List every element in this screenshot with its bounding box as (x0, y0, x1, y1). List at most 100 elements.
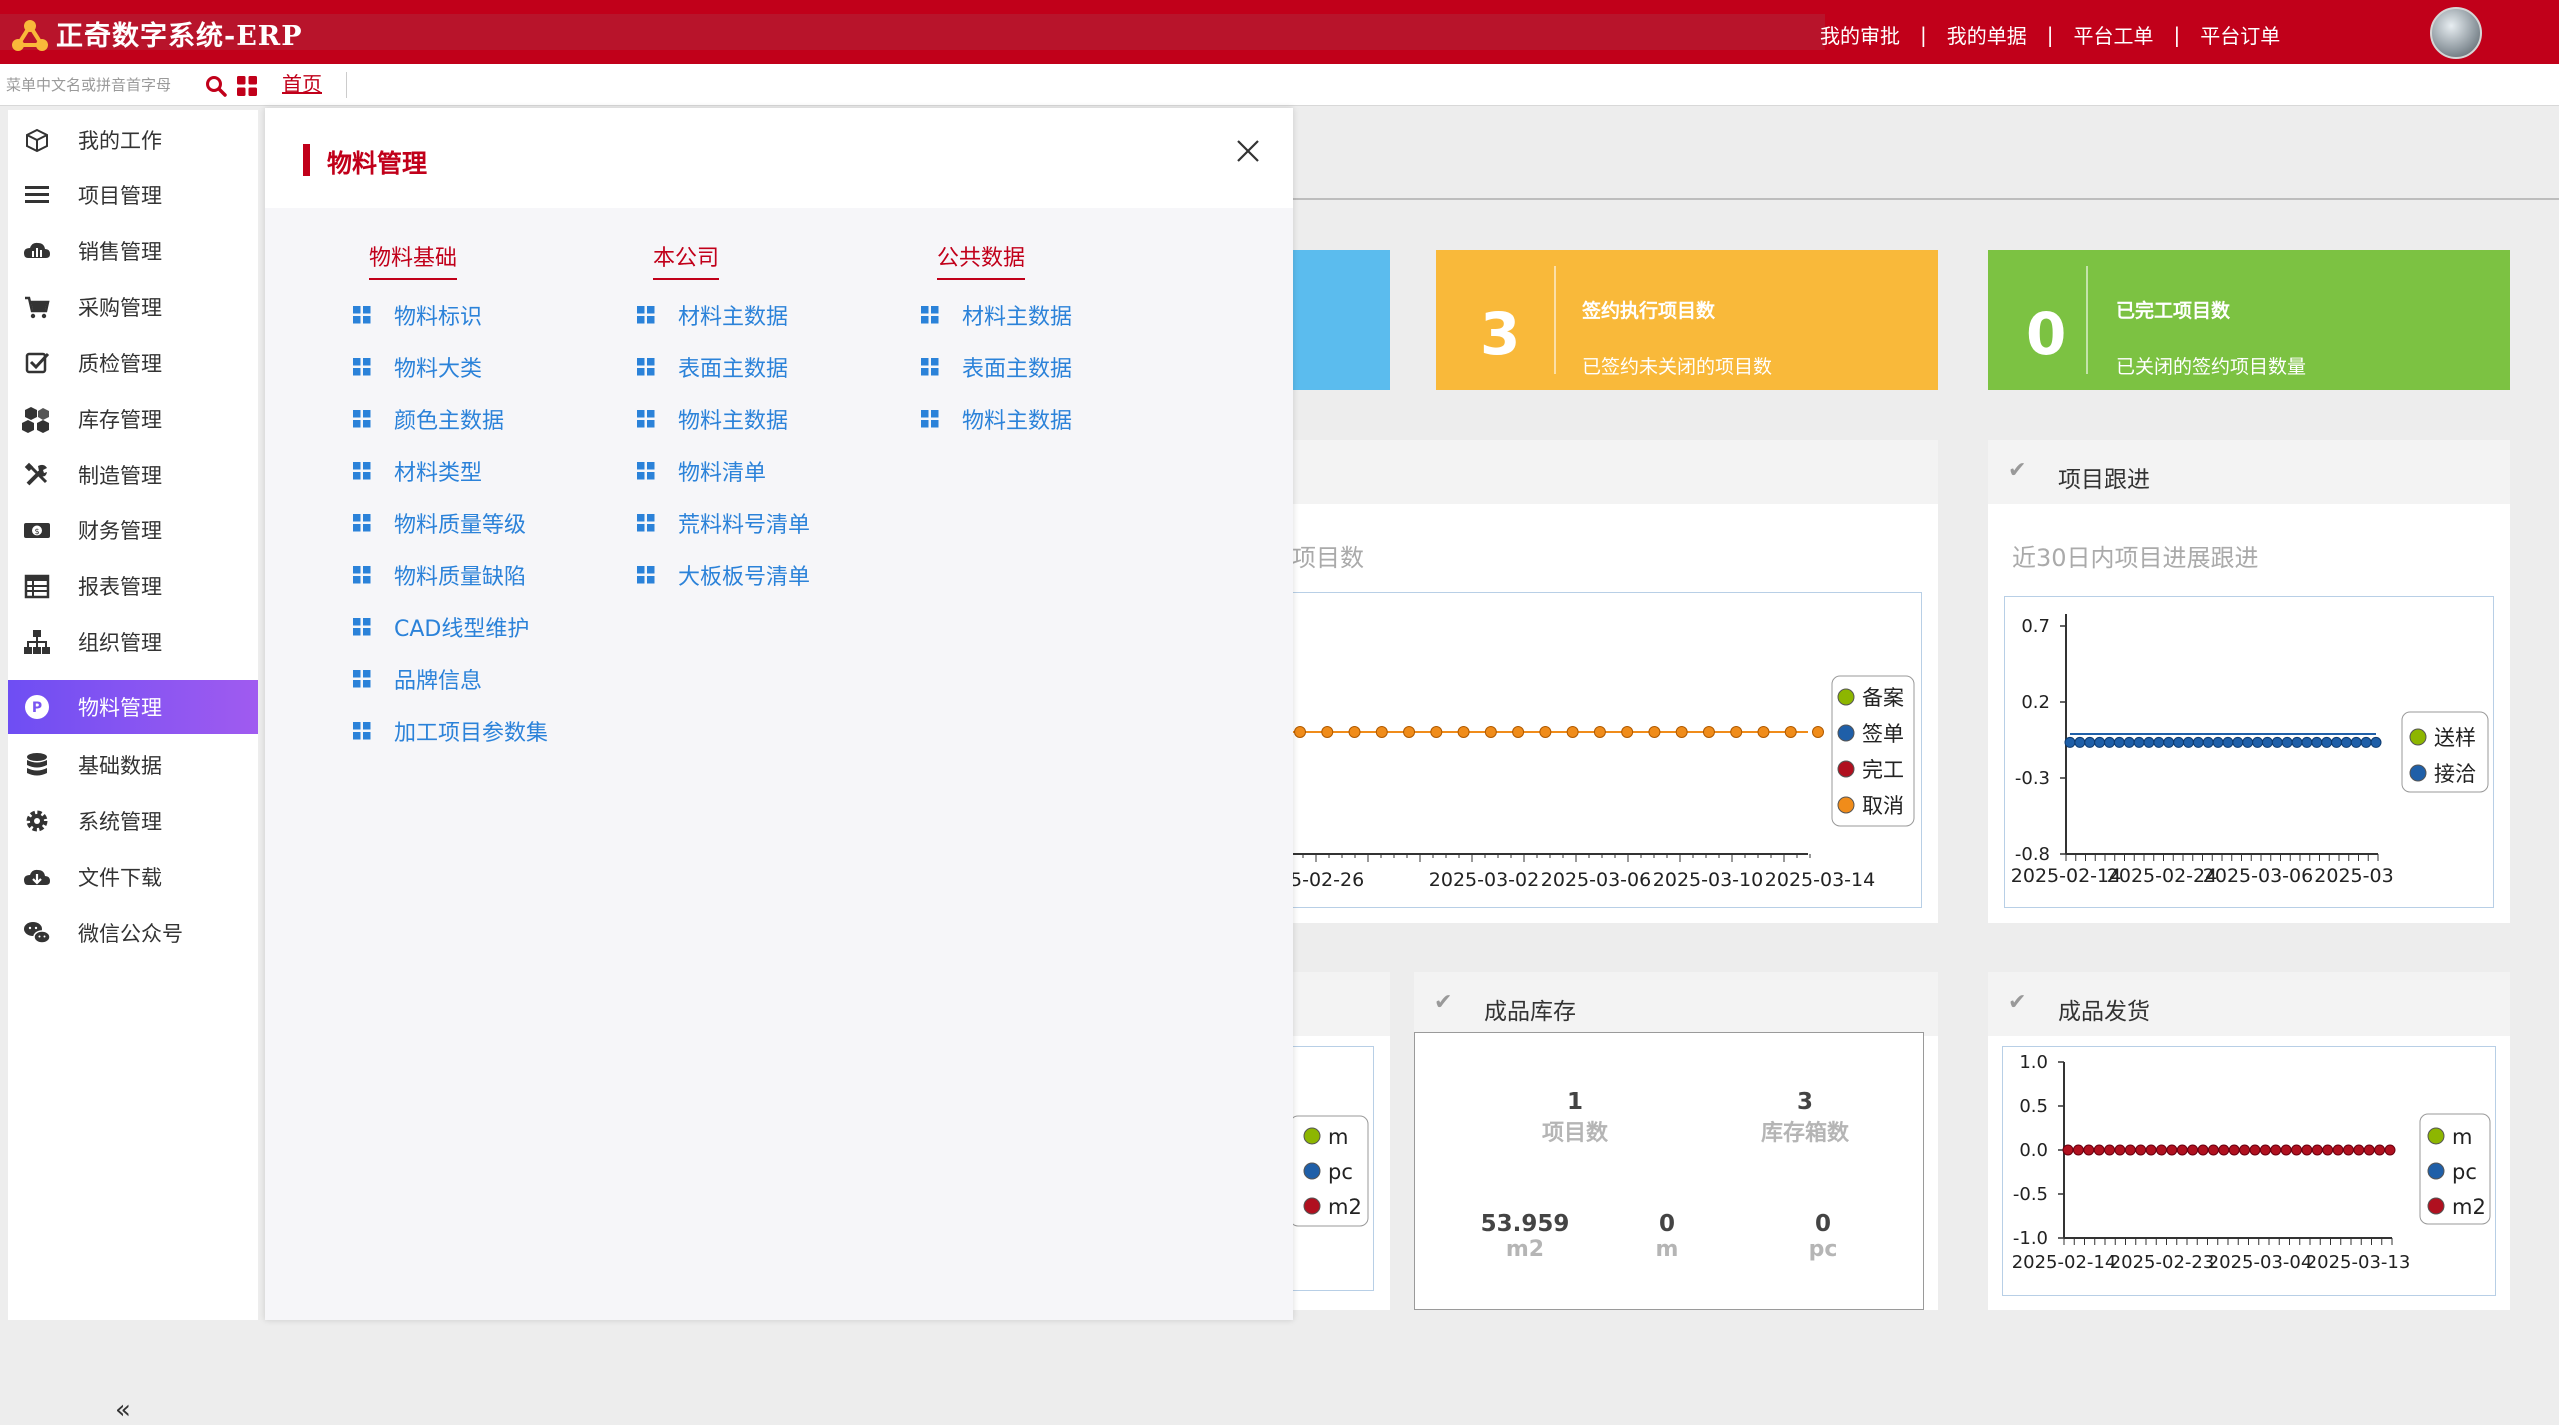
grid-icon (921, 358, 939, 376)
m2-point (2228, 1144, 2240, 1156)
menu-link-label: 表面主数据 (678, 357, 789, 382)
sidebar-item-reports[interactable]: 报表管理 (8, 559, 258, 613)
search-icon[interactable] (204, 74, 228, 98)
m2-point (2332, 1144, 2344, 1156)
m2-point (2374, 1144, 2386, 1156)
platform-tickets-link[interactable]: 平台工单 (2074, 20, 2154, 49)
legend-swatch (2427, 1197, 2445, 1215)
menu-link-material-category[interactable]: 物料大类 (353, 349, 482, 385)
contact-point (2192, 736, 2204, 748)
legend-label: m (2452, 1125, 2472, 1149)
stock-label: m (1655, 1237, 1679, 1262)
sidebar-item-manufacturing[interactable]: 制造管理 (8, 448, 258, 502)
sidebar-item-sales[interactable]: 销售管理 (8, 224, 258, 278)
grid-menu-icon[interactable] (236, 75, 258, 97)
sidebar-item-wechat[interactable]: 微信公众号 (8, 906, 258, 960)
menu-link-company-item-master[interactable]: 物料主数据 (637, 401, 788, 437)
menu-link-label: 大板板号清单 (678, 565, 811, 590)
user-avatar[interactable] (2430, 7, 2482, 59)
menu-search-input[interactable] (0, 70, 195, 100)
top-link-separator: | (1920, 22, 1927, 47)
menu-link-label: 物料主数据 (962, 409, 1073, 434)
menu-link-cad-line[interactable]: CAD线型维护 (353, 609, 529, 645)
menu-link-public-material-master[interactable]: 材料主数据 (921, 297, 1072, 333)
menu-link-company-surface-master[interactable]: 表面主数据 (637, 349, 788, 385)
close-icon[interactable] (1228, 131, 1268, 171)
tab-home[interactable]: 首页 (282, 68, 322, 97)
menu-link-quality-grade[interactable]: 物料质量等级 (353, 505, 526, 541)
sidebar-item-finance[interactable]: $ 财务管理 (8, 503, 258, 557)
grid-icon (353, 358, 371, 376)
menu-link-brand-info[interactable]: 品牌信息 (353, 661, 482, 697)
legend-label: 签单 (1862, 722, 1904, 746)
stock-label: pc (1808, 1237, 1838, 1262)
contact-point (2370, 736, 2382, 748)
sidebar-item-quality[interactable]: 质检管理 (8, 336, 258, 390)
menu-link-block-list[interactable]: 荒料料号清单 (637, 505, 810, 541)
x-tick-labels: 2025-02-142025-02-232025-03-042025-03-13 (2012, 1252, 2411, 1273)
cloud-download-icon (24, 869, 50, 885)
sidebar-item-downloads[interactable]: 文件下载 (8, 850, 258, 904)
tab-separator (346, 72, 347, 98)
contact-point (2222, 736, 2234, 748)
grid-icon (353, 514, 371, 532)
gear-icon (26, 810, 48, 832)
menu-link-material-type[interactable]: 材料类型 (353, 453, 482, 489)
sidebar-item-my-work[interactable]: 我的工作 (8, 113, 258, 167)
legend-label: 送样 (2434, 726, 2476, 750)
y-axis: 0.7 0.2 -0.3 -0.8 (2015, 616, 2066, 865)
menu-link-label: 物料清单 (678, 461, 767, 486)
platform-orders-link[interactable]: 平台订单 (2200, 20, 2280, 49)
check-icon: ✔ (1434, 990, 1453, 1015)
m2-point (2093, 1144, 2105, 1156)
cancel-point (1757, 726, 1770, 738)
top-links: 我的审批 | 我的单据 | 平台工单 | 平台订单 (1820, 20, 2280, 49)
stat-title: 签约执行项目数 (1582, 300, 1716, 322)
grid-icon (353, 566, 371, 584)
sidebar-item-label: 微信公众号 (78, 922, 183, 946)
sidebar-item-organization[interactable]: 组织管理 (8, 615, 258, 669)
sidebar-item-system[interactable]: 系统管理 (8, 794, 258, 848)
panel-title: 项目跟进 (2058, 467, 2150, 493)
sidebar-item-base-data[interactable]: 基础数据 (8, 738, 258, 792)
sidebar-item-material[interactable]: P 物料管理 (8, 680, 258, 734)
menu-link-processing-params[interactable]: 加工项目参数集 (353, 713, 548, 749)
m2-point (2176, 1144, 2188, 1156)
menu-link-company-material-master[interactable]: 材料主数据 (637, 297, 788, 333)
finished-delivery-chart: 1.00.50.0-0.5-1.0 2025-02-142025-02-2320… (2012, 1052, 2491, 1273)
stock-label: m2 (1505, 1237, 1545, 1262)
x-tick-label: 2025-02-14 (2012, 1252, 2117, 1273)
menu-link-color-master[interactable]: 颜色主数据 (353, 401, 504, 437)
my-approvals-link[interactable]: 我的审批 (1820, 20, 1900, 49)
grid-icon (353, 670, 371, 688)
x-tick-label: 2025-03-06 (2203, 865, 2313, 887)
cancel-point (1321, 726, 1334, 738)
menu-link-material-id[interactable]: 物料标识 (353, 297, 482, 333)
sidebar-item-inventory[interactable]: 库存管理 (8, 392, 258, 446)
legend-swatch (1303, 1127, 1321, 1145)
menu-link-label: 材料类型 (394, 461, 483, 486)
legend-swatch (2409, 764, 2427, 782)
contact-point (2113, 736, 2125, 748)
menu-link-label: 物料主数据 (678, 409, 789, 434)
menu-link-bom[interactable]: 物料清单 (637, 453, 766, 489)
contact-point (2261, 736, 2273, 748)
my-documents-link[interactable]: 我的单据 (1947, 20, 2027, 49)
contact-point (2094, 736, 2106, 748)
menu-link-public-item-master[interactable]: 物料主数据 (921, 401, 1072, 437)
dashboard-divider (1290, 198, 2559, 200)
x-tick-label: 2025-03-04 (2208, 1252, 2313, 1273)
sidebar-item-project[interactable]: 项目管理 (8, 168, 258, 222)
menu-link-public-surface-master[interactable]: 表面主数据 (921, 349, 1072, 385)
menu-link-slab-list[interactable]: 大板板号清单 (637, 557, 810, 593)
m2-point (2187, 1144, 2199, 1156)
menu-link-quality-defect[interactable]: 物料质量缺陷 (353, 557, 526, 593)
check-icon: ✔ (2008, 458, 2027, 483)
x-tick-label: 2025-03 (2314, 865, 2393, 887)
legend-label: pc (1328, 1160, 1353, 1184)
sidebar-item-purchase[interactable]: 采购管理 (8, 280, 258, 334)
x-tick-labels: 5-02-26 2025-03-02 2025-03-06 2025-03-10 202… (1290, 869, 1875, 891)
sidebar-item-label: 组织管理 (78, 631, 162, 655)
sidebar-collapse-button[interactable]: « (115, 1395, 131, 1425)
contact-point (2360, 736, 2372, 748)
